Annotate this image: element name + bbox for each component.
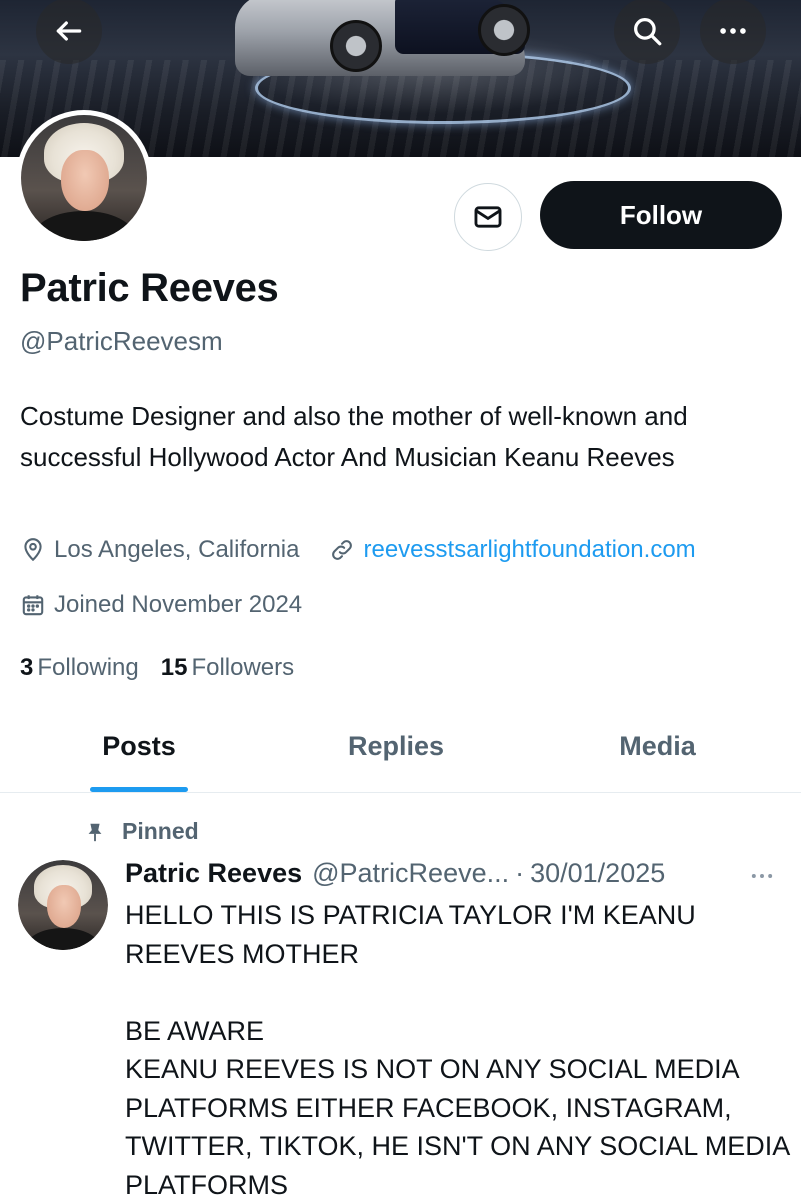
followers-label: Followers xyxy=(191,654,295,681)
calendar-icon xyxy=(22,595,44,616)
location-pin-icon xyxy=(24,538,42,562)
link-icon xyxy=(332,540,353,560)
follow-button[interactable]: Follow xyxy=(540,181,782,249)
profile-avatar[interactable] xyxy=(16,110,152,246)
post-text: HELLO THIS IS PATRICIA TAYLOR I'M KEANU … xyxy=(125,900,789,1200)
message-button[interactable] xyxy=(454,183,522,251)
pin-icon xyxy=(88,823,102,841)
tab-media[interactable]: Media xyxy=(514,700,801,792)
tab-replies[interactable]: Replies xyxy=(278,700,514,792)
search-button[interactable] xyxy=(614,0,680,64)
following-label: Following xyxy=(37,654,139,681)
pinned-indicator: Pinned xyxy=(84,818,199,845)
following-link[interactable]: 3 Following xyxy=(20,654,139,682)
profile-handle: @PatricReevesm xyxy=(20,326,223,356)
profile-location: Los Angeles, California xyxy=(54,536,300,563)
back-button[interactable] xyxy=(36,0,102,64)
active-tab-indicator xyxy=(90,787,188,792)
profile-name: Patric Reeves xyxy=(20,266,279,310)
more-horizontal-icon xyxy=(751,874,773,878)
banner-car-wheel xyxy=(478,4,530,56)
following-count: 3 xyxy=(20,654,34,681)
tab-posts[interactable]: Posts xyxy=(0,700,278,792)
post-author-handle[interactable]: @PatricReeve... xyxy=(312,858,509,889)
tab-posts-label: Posts xyxy=(102,730,176,761)
profile-joined-date: Joined November 2024 xyxy=(54,591,303,618)
more-horizontal-icon xyxy=(720,28,746,34)
envelope-icon xyxy=(474,206,502,228)
profile-bio: Costume Designer and also the mother of … xyxy=(20,401,688,472)
followers-count: 15 xyxy=(160,654,188,681)
avatar-photo xyxy=(21,115,147,241)
post-author-name[interactable]: Patric Reeves xyxy=(125,858,302,889)
followers-link[interactable]: 15 Followers xyxy=(161,654,294,682)
more-button[interactable] xyxy=(700,0,766,64)
post-header: Patric Reeves @PatricReeve... · 30/01/20… xyxy=(125,858,785,889)
banner-car-wheel xyxy=(330,20,382,72)
arrow-left-icon xyxy=(56,21,82,41)
post-author-avatar[interactable] xyxy=(18,860,108,950)
profile-joined-row: Joined November 2024 xyxy=(20,591,302,619)
avatar-photo xyxy=(18,860,108,950)
pinned-label: Pinned xyxy=(122,818,199,844)
profile-tabs: Posts Replies Media xyxy=(0,700,801,793)
profile-meta-row: Los Angeles, California reevesstsarlight… xyxy=(20,536,696,564)
profile-counts: 3 Following 15 Followers xyxy=(20,654,294,682)
tab-replies-label: Replies xyxy=(347,730,445,761)
post-date[interactable]: 30/01/2025 xyxy=(530,858,665,889)
post-separator: · xyxy=(515,858,525,888)
tab-media-label: Media xyxy=(619,730,696,761)
search-icon xyxy=(634,18,662,46)
post-more-button[interactable] xyxy=(745,862,779,895)
profile-website-link[interactable]: reevesstsarlightfoundation.com xyxy=(363,536,695,564)
